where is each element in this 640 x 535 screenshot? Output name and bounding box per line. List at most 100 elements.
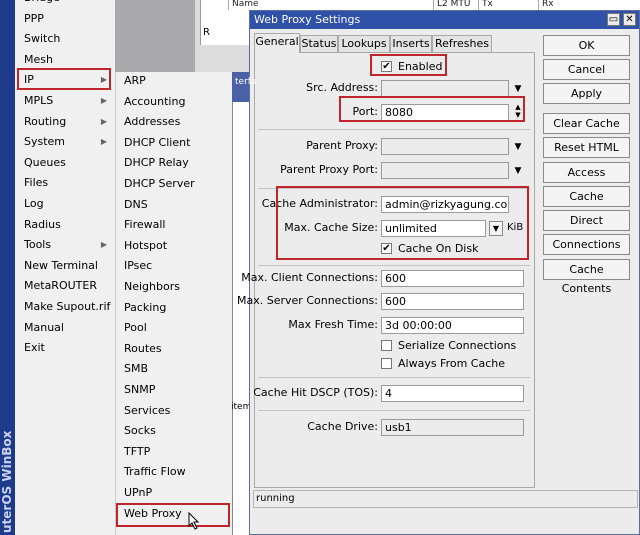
- parent-proxy-field[interactable]: [381, 138, 509, 155]
- bg-partial-tab: terfa: [235, 77, 257, 87]
- ip-submenu-item-firewall[interactable]: Firewall: [116, 215, 232, 235]
- main-menu-item-label: Mesh: [24, 52, 53, 66]
- main-menu-item-make-supout-rif[interactable]: Make Supout.rif: [15, 297, 115, 317]
- main-menu-item-label: IP: [24, 73, 34, 87]
- main-menu-item-log[interactable]: Log: [15, 194, 115, 214]
- main-menu-item-ip[interactable]: IP ▶: [15, 70, 115, 90]
- apply-button[interactable]: Apply: [543, 83, 630, 104]
- ip-submenu-item-snmp[interactable]: SNMP: [116, 380, 232, 400]
- main-menu-item-mesh[interactable]: Mesh: [15, 50, 115, 70]
- ip-submenu-item-routes[interactable]: Routes: [116, 339, 232, 359]
- reset-html-button[interactable]: Reset HTML: [543, 137, 630, 158]
- cache-hit-dscp-field[interactable]: 4: [381, 385, 524, 402]
- tab-status[interactable]: Status: [300, 35, 338, 53]
- main-menu-item-mpls[interactable]: MPLS ▶: [15, 91, 115, 111]
- tab-inserts[interactable]: Inserts: [390, 35, 432, 53]
- dropdown-icon[interactable]: ▼: [489, 221, 503, 236]
- separator: [258, 410, 530, 411]
- max-fresh-time-field[interactable]: 3d 00:00:00: [381, 317, 524, 334]
- cache-admin-label: Cache Administrator:: [261, 197, 378, 210]
- main-menu-item-system[interactable]: System ▶: [15, 132, 115, 152]
- ip-submenu-item-packing[interactable]: Packing: [116, 298, 232, 318]
- chevron-down-icon[interactable]: ▼: [512, 165, 524, 177]
- ip-submenu-item-upnp[interactable]: UPnP: [116, 483, 232, 503]
- main-menu-item-files[interactable]: Files: [15, 173, 115, 193]
- ip-submenu-item-tftp[interactable]: TFTP: [116, 442, 232, 462]
- serialize-label: Serialize Connections: [398, 339, 517, 352]
- parent-proxy-port-field[interactable]: [381, 162, 509, 179]
- restore-icon[interactable]: ▭: [607, 13, 620, 26]
- close-icon[interactable]: ✕: [623, 13, 636, 26]
- ip-submenu-item-pool[interactable]: Pool: [116, 318, 232, 338]
- main-menu: BridgePPPSwitchMeshIP▶MPLS▶Routing▶Syste…: [15, 0, 115, 535]
- cache-admin-field[interactable]: admin@rizkyagung.com: [381, 196, 509, 213]
- access-button[interactable]: Access: [543, 162, 630, 183]
- cache-contents-button[interactable]: Cache Contents: [543, 259, 630, 295]
- main-menu-item-ppp[interactable]: PPP: [15, 9, 115, 29]
- main-menu-item-label: Queues: [24, 155, 66, 169]
- main-menu-item-new-terminal[interactable]: New Terminal: [15, 256, 115, 276]
- max-server-conn-label: Max. Server Connections:: [237, 294, 378, 307]
- ip-submenu-item-hotspot[interactable]: Hotspot: [116, 236, 232, 256]
- submenu-arrow-icon: ▶: [100, 240, 107, 250]
- main-menu-item-routing[interactable]: Routing ▶: [15, 112, 115, 132]
- ip-submenu-item-services[interactable]: Services: [116, 401, 232, 421]
- src-address-label: Src. Address:: [306, 81, 378, 94]
- web-proxy-settings-dialog: Web Proxy Settings ▭ ✕ General Status Lo…: [237, 10, 640, 535]
- main-menu-item-label: Switch: [24, 32, 61, 46]
- ok-button[interactable]: OK: [543, 35, 630, 56]
- max-client-conn-field[interactable]: 600: [381, 270, 524, 287]
- port-field[interactable]: 8080: [381, 104, 509, 121]
- tab-refreshes[interactable]: Refreshes: [432, 35, 492, 53]
- main-menu-item-bridge[interactable]: Bridge: [15, 0, 115, 8]
- main-menu-item-tools[interactable]: Tools ▶: [15, 235, 115, 255]
- direct-button[interactable]: Direct: [543, 210, 630, 231]
- cache-button[interactable]: Cache: [543, 186, 630, 207]
- main-menu-item-label: Routing: [24, 114, 67, 128]
- main-menu-item-metarouter[interactable]: MetaROUTER: [15, 276, 115, 296]
- dialog-title-bar[interactable]: Web Proxy Settings ▭ ✕: [250, 11, 639, 29]
- ip-submenu-item-web-proxy[interactable]: Web Proxy: [116, 504, 232, 524]
- enabled-checkbox[interactable]: ✔: [381, 61, 392, 72]
- ip-submenu-item-neighbors[interactable]: Neighbors: [116, 277, 232, 297]
- bg-header-rx: Rx: [538, 0, 598, 10]
- ip-submenu-item-smb[interactable]: SMB: [116, 359, 232, 379]
- ip-submenu-item-dhcp-relay[interactable]: DHCP Relay: [116, 153, 232, 173]
- serialize-checkbox[interactable]: [381, 340, 392, 351]
- tab-general[interactable]: General: [254, 33, 300, 53]
- chevron-down-icon[interactable]: ▼: [512, 83, 524, 95]
- main-menu-item-queues[interactable]: Queues: [15, 153, 115, 173]
- separator: [258, 377, 530, 378]
- clear-cache-button[interactable]: Clear Cache: [543, 113, 630, 134]
- ip-submenu-item-addresses[interactable]: Addresses: [116, 112, 232, 132]
- ip-submenu-item-traffic-flow[interactable]: Traffic Flow: [116, 462, 232, 482]
- separator: [258, 265, 530, 266]
- tab-lookups[interactable]: Lookups: [338, 35, 390, 53]
- parent-proxy-label: Parent Proxy:: [306, 139, 378, 152]
- general-tab-content: ✔ Enabled Src. Address: ▼ Port: 8080 ▲ ▼ …: [237, 52, 535, 488]
- main-menu-item-exit[interactable]: Exit: [15, 338, 115, 358]
- ip-submenu-item-accounting[interactable]: Accounting: [116, 92, 232, 112]
- main-menu-item-manual[interactable]: Manual: [15, 318, 115, 338]
- cache-drive-field: usb1: [381, 419, 524, 436]
- main-menu-item-radius[interactable]: Radius: [15, 215, 115, 235]
- src-address-field[interactable]: [381, 80, 509, 97]
- ip-submenu-item-ipsec[interactable]: IPsec: [116, 256, 232, 276]
- spinner-icon[interactable]: ▲ ▼: [512, 103, 524, 119]
- ip-submenu-item-dhcp-client[interactable]: DHCP Client: [116, 133, 232, 153]
- chevron-down-icon[interactable]: ▼: [512, 141, 524, 153]
- always-from-cache-checkbox[interactable]: [381, 358, 392, 369]
- ip-submenu-item-socks[interactable]: Socks: [116, 421, 232, 441]
- connections-button[interactable]: Connections: [543, 234, 630, 255]
- ip-submenu-item-dns[interactable]: DNS: [116, 195, 232, 215]
- status-bar: running: [253, 490, 638, 508]
- cache-on-disk-checkbox[interactable]: ✔: [381, 243, 392, 254]
- cancel-button[interactable]: Cancel: [543, 59, 630, 80]
- main-menu-item-switch[interactable]: Switch: [15, 29, 115, 49]
- max-cache-size-field[interactable]: unlimited: [381, 220, 486, 237]
- main-menu-item-label: Make Supout.rif: [24, 300, 111, 313]
- ip-submenu-item-dhcp-server[interactable]: DHCP Server: [116, 174, 232, 194]
- max-server-conn-field[interactable]: 600: [381, 293, 524, 310]
- ip-submenu-item-arp[interactable]: ARP: [116, 71, 232, 91]
- enabled-label: Enabled: [398, 60, 443, 73]
